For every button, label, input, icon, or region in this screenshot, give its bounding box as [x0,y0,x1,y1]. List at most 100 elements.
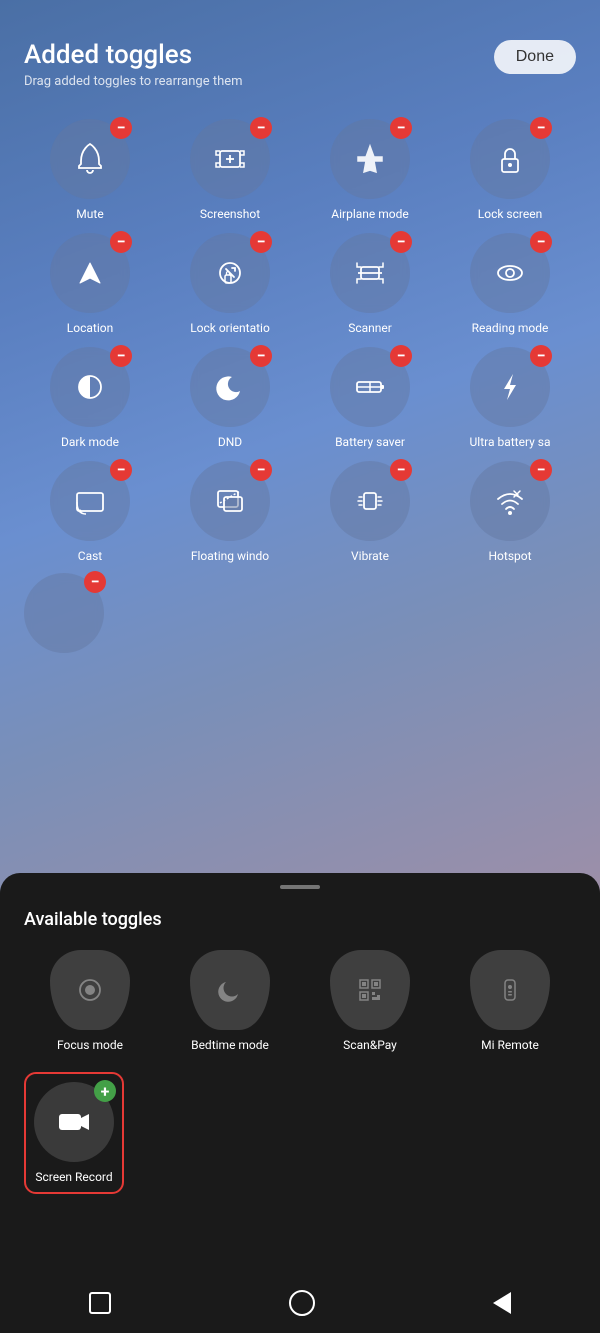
toggle-mute[interactable]: − Mute [24,119,156,221]
screen-record-section: + Screen Record [24,1072,576,1194]
remove-badge-airplane[interactable]: − [390,117,412,139]
header: Added toggles Drag added toggles to rear… [24,40,576,89]
toggle-screenshot[interactable]: − Screenshot [164,119,296,221]
toggle-label-battery-saver: Battery saver [335,435,405,449]
toggle-circle-hotspot: − [470,461,550,541]
toggle-vibrate[interactable]: − Vibrate [304,461,436,563]
added-toggles-grid: − Mute − Screenshot [24,119,576,563]
camera-video-icon [54,1102,94,1142]
toggle-battery-saver[interactable]: − Battery saver [304,347,436,449]
toggle-hotspot[interactable]: − Hotspot [444,461,576,563]
remove-badge-screenshot[interactable]: − [250,117,272,139]
done-button[interactable]: Done [494,40,576,74]
avail-label-focus: Focus mode [57,1038,123,1052]
available-toggles-section: Available toggles Focus mode Bedtime mod… [0,873,600,1333]
added-toggles-section: Added toggles Drag added toggles to rear… [0,0,600,900]
available-scan-pay[interactable]: Scan&Pay [304,950,436,1052]
available-focus-mode[interactable]: Focus mode [24,950,156,1052]
remove-badge-mute[interactable]: − [110,117,132,139]
moon-icon [212,369,248,405]
avail-circle-remote [470,950,550,1030]
remove-badge-cast[interactable]: − [110,459,132,481]
wifi-icon [492,483,528,519]
avail-label-bedtime: Bedtime mode [191,1038,269,1052]
available-title: Available toggles [24,909,576,930]
remove-badge-battery-saver[interactable]: − [390,345,412,367]
home-button[interactable] [289,1290,315,1316]
remove-badge-dark-mode[interactable]: − [110,345,132,367]
toggle-label-screenshot: Screenshot [200,207,260,221]
screen-record-circle: + [34,1082,114,1162]
toggle-label-hotspot: Hotspot [488,549,531,563]
toggle-lock-orientation[interactable]: − Lock orientatio [164,233,296,335]
float-icon [212,483,248,519]
toggle-cast[interactable]: − Cast [24,461,156,563]
bedtime-icon [212,972,248,1008]
toggle-dark-mode[interactable]: − Dark mode [24,347,156,449]
toggle-circle-vibrate: − [330,461,410,541]
remove-badge-dnd[interactable]: − [250,345,272,367]
toggle-label-dark-mode: Dark mode [61,435,119,449]
remove-badge-hotspot[interactable]: − [530,459,552,481]
remove-badge-location[interactable]: − [110,231,132,253]
toggle-label-dnd: DND [218,435,242,449]
remove-badge-partial[interactable]: − [84,571,106,593]
toggle-label-location: Location [67,321,113,335]
remove-badge-ultra-battery[interactable]: − [530,345,552,367]
toggle-label-reading-mode: Reading mode [472,321,549,335]
toggle-circle-dark-mode: − [50,347,130,427]
remove-badge-lockscreen[interactable]: − [530,117,552,139]
available-mi-remote[interactable]: Mi Remote [444,950,576,1052]
remove-badge-lock-orientation[interactable]: − [250,231,272,253]
toggle-circle-reading-mode: − [470,233,550,313]
location-icon [72,255,108,291]
remove-badge-vibrate[interactable]: − [390,459,412,481]
recent-apps-button[interactable] [89,1292,111,1314]
toggle-location[interactable]: − Location [24,233,156,335]
half-circle-icon [72,369,108,405]
remote-icon [492,972,528,1008]
toggle-scanner[interactable]: − Scanner [304,233,436,335]
toggle-circle-scanner: − [330,233,410,313]
toggle-lockscreen[interactable]: − Lock screen [444,119,576,221]
page-subtitle: Drag added toggles to rearrange them [24,74,243,89]
remove-badge-floating-window[interactable]: − [250,459,272,481]
avail-label-scanpay: Scan&Pay [343,1038,397,1052]
remove-badge-scanner[interactable]: − [390,231,412,253]
available-toggles-grid: Focus mode Bedtime mode [24,950,576,1052]
drag-handle [280,885,320,889]
toggle-circle-battery-saver: − [330,347,410,427]
toggle-dnd[interactable]: − DND [164,347,296,449]
remove-badge-reading-mode[interactable]: − [530,231,552,253]
toggle-label-lockscreen: Lock screen [478,207,542,221]
avail-circle-scanpay [330,950,410,1030]
available-bedtime-mode[interactable]: Bedtime mode [164,950,296,1052]
toggle-label-ultra-battery: Ultra battery sa [470,435,551,449]
screen-record-item[interactable]: + Screen Record [34,1082,114,1184]
header-text: Added toggles Drag added toggles to rear… [24,40,243,89]
toggle-circle-cast: − [50,461,130,541]
toggle-circle-location: − [50,233,130,313]
toggle-circle-airplane: − [330,119,410,199]
toggle-circle-mute: − [50,119,130,199]
screen-record-wrapper: + Screen Record [24,1072,124,1194]
toggle-floating-window[interactable]: − Floating windo [164,461,296,563]
toggle-airplane[interactable]: − Airplane mode [304,119,436,221]
toggle-circle-ultra-battery: − [470,347,550,427]
scanner-icon [352,255,388,291]
lock-orientation-icon [212,255,248,291]
toggle-ultra-battery[interactable]: − Ultra battery sa [444,347,576,449]
eye-icon [492,255,528,291]
focus-icon [72,972,108,1008]
back-button[interactable] [493,1292,511,1314]
toggle-label-cast: Cast [78,549,102,563]
toggle-circle-screenshot: − [190,119,270,199]
toggle-partial[interactable]: − [24,573,104,653]
toggle-circle-floating-window: − [190,461,270,541]
toggle-label-airplane: Airplane mode [331,207,408,221]
toggle-reading-mode[interactable]: − Reading mode [444,233,576,335]
vibrate-icon [352,483,388,519]
avail-circle-focus [50,950,130,1030]
toggle-circle-partial: − [24,573,104,653]
avail-circle-bedtime [190,950,270,1030]
